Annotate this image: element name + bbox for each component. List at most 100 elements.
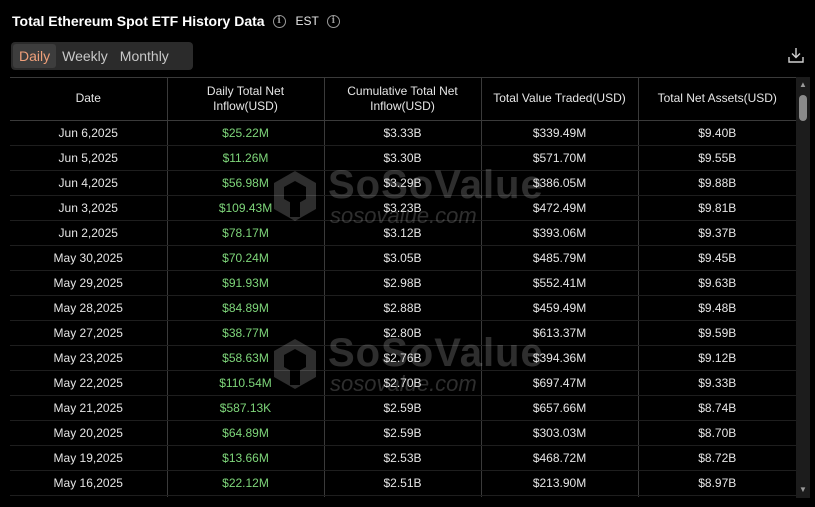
header: Total Ethereum Spot ETF History Data i E…	[12, 10, 340, 32]
cell-daily-net-inflow: $25.22M	[167, 120, 325, 146]
timezone-label: EST	[295, 14, 319, 28]
cell-total-value-traded: $571.70M	[481, 145, 639, 171]
cell-total-net-assets: $8.70B	[638, 420, 796, 446]
tab-monthly[interactable]: Monthly	[114, 44, 175, 68]
cell-total-value-traded: $657.66M	[481, 395, 639, 421]
table-row[interactable]: May 30,2025 $70.24M $3.05B $485.79M $9.45B	[10, 245, 796, 271]
cell-daily-net-inflow: $56.98M	[167, 170, 325, 196]
scrollbar-thumb[interactable]	[799, 95, 807, 121]
cell-total-value-traded: $459.49M	[481, 295, 639, 321]
table-row[interactable]: Jun 6,2025 $25.22M $3.33B $339.49M $9.40B	[10, 120, 796, 146]
cell-total-net-assets: $9.55B	[638, 145, 796, 171]
cell-total-net-assets: $9.37B	[638, 220, 796, 246]
table-header-row: Date Daily Total Net Inflow(USD) Cumulat…	[10, 78, 796, 121]
cell-daily-net-inflow: $110.54M	[167, 370, 325, 396]
cell-daily-net-inflow: $84.89M	[167, 295, 325, 321]
cell-cumulative-net-inflow: $2.59B	[324, 420, 482, 446]
cell-cumulative-net-inflow: $3.30B	[324, 145, 482, 171]
cell-total-net-assets: $9.45B	[638, 245, 796, 271]
cell-daily-net-inflow	[167, 495, 325, 497]
tab-daily[interactable]: Daily	[13, 44, 57, 68]
table-row[interactable]: May 23,2025 $58.63M $2.76B $394.36M $9.12B	[10, 345, 796, 371]
cell-total-value-traded	[481, 495, 639, 497]
cell-total-value-traded: $468.72M	[481, 445, 639, 471]
cell-date: May 16,2025	[10, 470, 168, 496]
cell-total-value-traded: $552.41M	[481, 270, 639, 296]
column-header-total-net-assets: Total Net Assets(USD)	[638, 78, 796, 121]
cell-total-net-assets: $9.63B	[638, 270, 796, 296]
cell-daily-net-inflow: $22.12M	[167, 470, 325, 496]
timezone-info-icon[interactable]: i	[326, 14, 340, 28]
table-row[interactable]: Jun 4,2025 $56.98M $3.29B $386.05M $9.88B	[10, 170, 796, 196]
table-row[interactable]: May 19,2025 $13.66M $2.53B $468.72M $8.72B	[10, 445, 796, 471]
cell-total-value-traded: $697.47M	[481, 370, 639, 396]
column-header-daily-net-inflow: Daily Total Net Inflow(USD)	[167, 78, 325, 121]
cell-daily-net-inflow: $11.26M	[167, 145, 325, 171]
cell-total-value-traded: $213.90M	[481, 470, 639, 496]
cell-daily-net-inflow: $91.93M	[167, 270, 325, 296]
cell-date: May 30,2025	[10, 245, 168, 271]
download-icon[interactable]	[787, 46, 805, 64]
cell-date	[10, 495, 168, 497]
column-header-total-value-traded: Total Value Traded(USD)	[481, 78, 639, 121]
period-tabs: Daily Weekly Monthly	[11, 42, 193, 70]
cell-date: May 27,2025	[10, 320, 168, 346]
cell-total-net-assets: $8.72B	[638, 445, 796, 471]
cell-total-value-traded: $386.05M	[481, 170, 639, 196]
cell-daily-net-inflow: $38.77M	[167, 320, 325, 346]
table-row[interactable]: May 29,2025 $91.93M $2.98B $552.41M $9.63B	[10, 270, 796, 296]
table-row[interactable]: May 28,2025 $84.89M $2.88B $459.49M $9.48B	[10, 295, 796, 321]
cell-total-value-traded: $472.49M	[481, 195, 639, 221]
cell-date: May 19,2025	[10, 445, 168, 471]
table-row[interactable]: May 16,2025 $22.12M $2.51B $213.90M $8.97B	[10, 470, 796, 496]
table-row[interactable]: May 20,2025 $64.89M $2.59B $303.03M $8.70B	[10, 420, 796, 446]
cell-cumulative-net-inflow: $3.05B	[324, 245, 482, 271]
scroll-down-arrow-icon[interactable]: ▼	[796, 484, 810, 496]
cell-cumulative-net-inflow	[324, 495, 482, 497]
table-row[interactable]: Jun 5,2025 $11.26M $3.30B $571.70M $9.55B	[10, 145, 796, 171]
cell-total-net-assets: $9.33B	[638, 370, 796, 396]
info-icon[interactable]: i	[272, 14, 286, 28]
cell-date: May 28,2025	[10, 295, 168, 321]
cell-daily-net-inflow: $109.43M	[167, 195, 325, 221]
table-row[interactable]: May 22,2025 $110.54M $2.70B $697.47M $9.33B	[10, 370, 796, 396]
table-row[interactable]	[10, 495, 796, 497]
cell-daily-net-inflow: $587.13K	[167, 395, 325, 421]
cell-total-net-assets: $9.12B	[638, 345, 796, 371]
cell-total-value-traded: $485.79M	[481, 245, 639, 271]
table-scrollbar[interactable]: ▲ ▼	[796, 77, 810, 498]
cell-cumulative-net-inflow: $2.76B	[324, 345, 482, 371]
cell-total-net-assets: $8.74B	[638, 395, 796, 421]
cell-date: Jun 4,2025	[10, 170, 168, 196]
cell-total-value-traded: $613.37M	[481, 320, 639, 346]
table-row[interactable]: Jun 2,2025 $78.17M $3.12B $393.06M $9.37B	[10, 220, 796, 246]
cell-total-value-traded: $393.06M	[481, 220, 639, 246]
cell-daily-net-inflow: $64.89M	[167, 420, 325, 446]
cell-cumulative-net-inflow: $3.29B	[324, 170, 482, 196]
cell-date: May 29,2025	[10, 270, 168, 296]
cell-date: May 23,2025	[10, 345, 168, 371]
cell-cumulative-net-inflow: $2.70B	[324, 370, 482, 396]
scroll-up-arrow-icon[interactable]: ▲	[796, 79, 810, 91]
cell-total-value-traded: $339.49M	[481, 120, 639, 146]
page-title: Total Ethereum Spot ETF History Data	[12, 13, 265, 29]
cell-cumulative-net-inflow: $3.23B	[324, 195, 482, 221]
cell-date: Jun 3,2025	[10, 195, 168, 221]
table-row[interactable]: May 27,2025 $38.77M $2.80B $613.37M $9.59B	[10, 320, 796, 346]
table-row[interactable]: May 21,2025 $587.13K $2.59B $657.66M $8.74B	[10, 395, 796, 421]
cell-daily-net-inflow: $78.17M	[167, 220, 325, 246]
cell-date: Jun 5,2025	[10, 145, 168, 171]
table-row[interactable]: Jun 3,2025 $109.43M $3.23B $472.49M $9.81B	[10, 195, 796, 221]
cell-date: May 20,2025	[10, 420, 168, 446]
cell-cumulative-net-inflow: $3.33B	[324, 120, 482, 146]
cell-total-net-assets: $9.48B	[638, 295, 796, 321]
cell-total-net-assets: $8.97B	[638, 470, 796, 496]
cell-cumulative-net-inflow: $3.12B	[324, 220, 482, 246]
cell-cumulative-net-inflow: $2.53B	[324, 445, 482, 471]
cell-total-value-traded: $394.36M	[481, 345, 639, 371]
tab-weekly[interactable]: Weekly	[56, 44, 114, 68]
cell-total-net-assets: $9.40B	[638, 120, 796, 146]
cell-cumulative-net-inflow: $2.80B	[324, 320, 482, 346]
cell-date: Jun 6,2025	[10, 120, 168, 146]
cell-daily-net-inflow: $58.63M	[167, 345, 325, 371]
